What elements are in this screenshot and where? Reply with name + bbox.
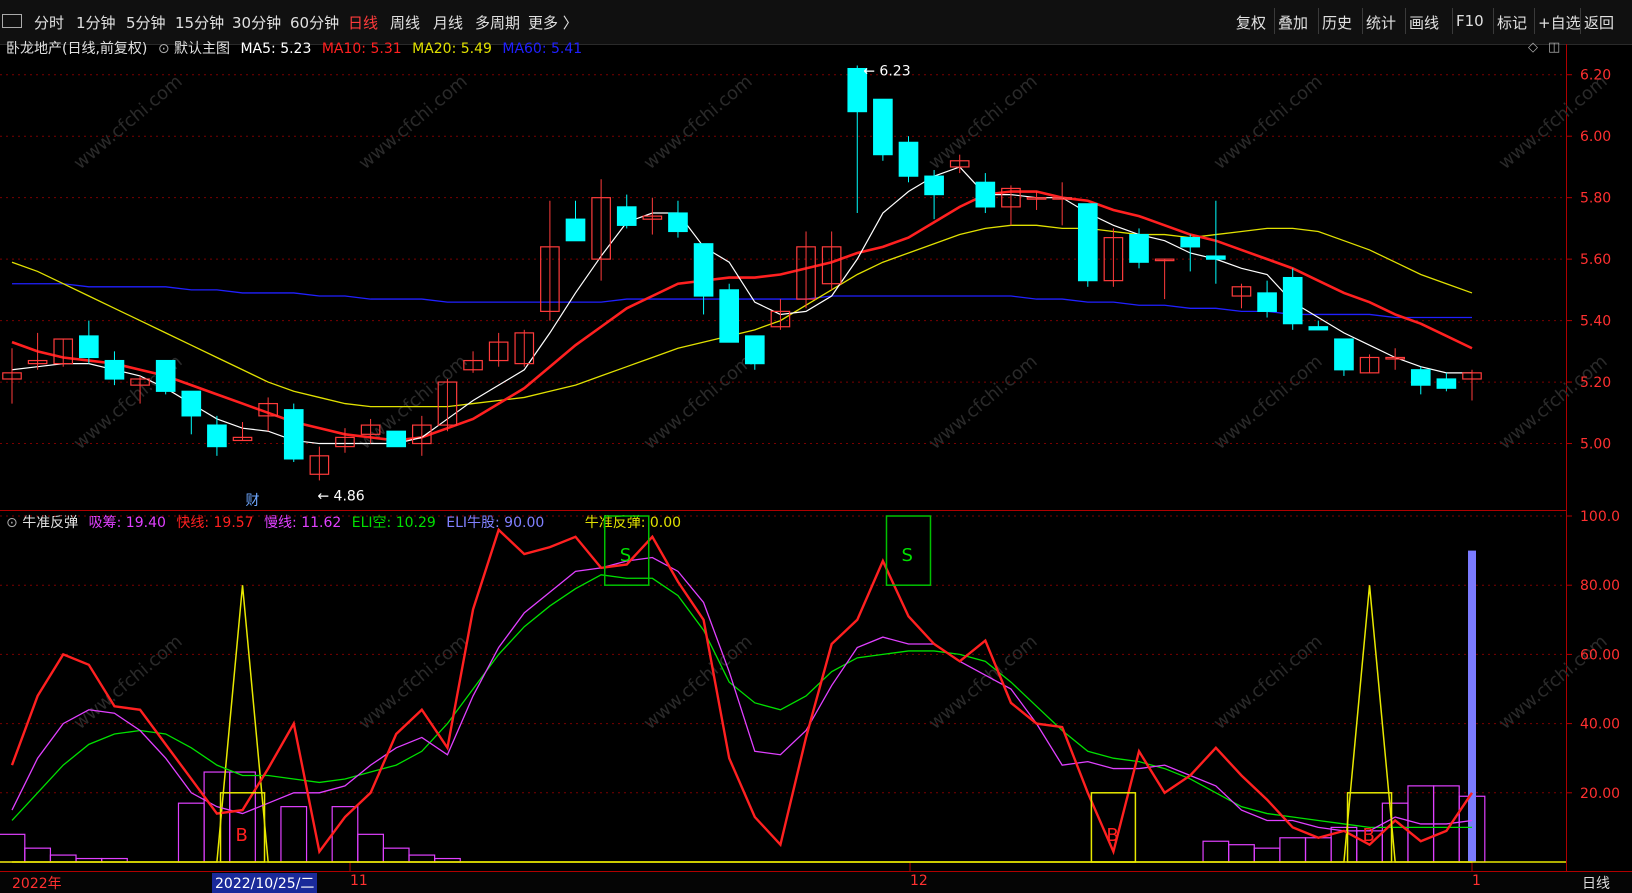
candle-down — [1410, 369, 1431, 386]
sell-signal-label: S — [901, 545, 912, 566]
xichou-bar — [0, 833, 26, 863]
candle-down — [1180, 237, 1201, 248]
candle-down — [975, 181, 996, 208]
watermark-text: www.cfchi.com — [640, 351, 757, 454]
watermark-text: www.cfchi.com — [925, 351, 1042, 454]
watermark-text: www.cfchi.com — [70, 631, 187, 734]
xichou-bar — [382, 847, 410, 863]
candle-down — [155, 359, 176, 392]
candle-down — [1334, 338, 1354, 371]
kline-chart[interactable]: www.cfchi.com www.cfchi.com www.cfchi.com w… — [0, 0, 1632, 892]
xichou-bar — [280, 806, 308, 863]
xichou-bar — [408, 854, 436, 863]
xichou-bar — [1202, 840, 1230, 863]
ma60-line — [12, 283, 1472, 319]
candle-down — [104, 359, 125, 380]
price-axis-label: 6.00 — [1580, 129, 1611, 145]
candle-down — [719, 289, 740, 343]
watermark-text: www.cfchi.com — [640, 71, 757, 174]
watermark-text: www.cfchi.com — [1210, 71, 1327, 174]
xichou-bar — [1228, 844, 1255, 863]
candle-down — [1436, 378, 1457, 389]
candle-down — [924, 175, 944, 196]
buy-signal-label: B — [1363, 825, 1375, 846]
xichou-bar — [49, 854, 77, 863]
price-axis-label: 5.60 — [1580, 252, 1611, 268]
candle-down — [1308, 326, 1329, 331]
watermark-text: www.cfchi.com — [1210, 631, 1327, 734]
candle-down — [283, 409, 304, 460]
candle-down — [181, 390, 202, 417]
watermark-text: www.cfchi.com — [1495, 71, 1612, 174]
candle-down — [1077, 203, 1098, 282]
price-axis-label: 5.80 — [1580, 191, 1611, 207]
eli-niu-bar — [1468, 550, 1476, 862]
candle-down — [1129, 233, 1149, 263]
xichou-bar — [24, 847, 52, 863]
xichou-bar — [1279, 837, 1307, 863]
watermark-text: www.cfchi.com — [355, 71, 472, 174]
fantan-line — [12, 585, 1472, 863]
indicator-axis-label: 80.00 — [1580, 578, 1620, 594]
candle-down — [565, 218, 586, 242]
watermark-text: www.cfchi.com — [925, 71, 1042, 174]
xichou-bar — [177, 802, 205, 863]
watermark-text: www.cfchi.com — [1210, 351, 1327, 454]
buy-signal-label: B — [236, 825, 248, 846]
candle-down — [616, 206, 637, 226]
ma20-line — [11, 224, 1473, 408]
price-axis-label: 5.20 — [1580, 375, 1611, 391]
candle-down — [744, 335, 765, 365]
buy-signal-label: B — [1106, 825, 1118, 846]
finance-marker: 财 — [246, 493, 260, 509]
indicator-axis-label: 60.00 — [1580, 647, 1620, 663]
watermark-text: www.cfchi.com — [70, 71, 187, 174]
watermark-text: www.cfchi.com — [925, 631, 1042, 734]
low-annotation: ← 4.86 — [317, 489, 364, 505]
xichou-bar — [203, 771, 231, 863]
candle-down — [207, 424, 227, 448]
indicator-axis-label: 40.00 — [1580, 717, 1620, 733]
candle-down — [898, 141, 919, 177]
candle-down — [1206, 255, 1226, 260]
watermark-text: www.cfchi.com — [640, 631, 757, 734]
candle-down — [1282, 276, 1303, 325]
candle-down — [668, 212, 688, 233]
xichou-bar — [1381, 802, 1409, 863]
xichou-bar — [229, 771, 256, 863]
price-axis-label: 5.00 — [1580, 437, 1611, 453]
indicator-axis-label: 20.00 — [1580, 786, 1620, 802]
candle-down — [873, 98, 893, 156]
price-axis-label: 5.40 — [1580, 314, 1611, 330]
candle-down — [79, 335, 99, 359]
candle-down — [1257, 292, 1277, 312]
candle-down — [386, 430, 407, 448]
indicator-axis-label: 100.0 — [1580, 509, 1620, 525]
xichou-bar — [331, 806, 359, 863]
high-annotation: ← 6.23 — [863, 64, 910, 80]
price-axis-label: 6.20 — [1580, 68, 1611, 84]
xichou-bar — [1304, 837, 1332, 863]
candle-down — [693, 243, 714, 297]
xichou-bar — [1253, 847, 1281, 863]
sell-signal-label: S — [620, 545, 631, 566]
xichou-bar — [357, 833, 385, 863]
